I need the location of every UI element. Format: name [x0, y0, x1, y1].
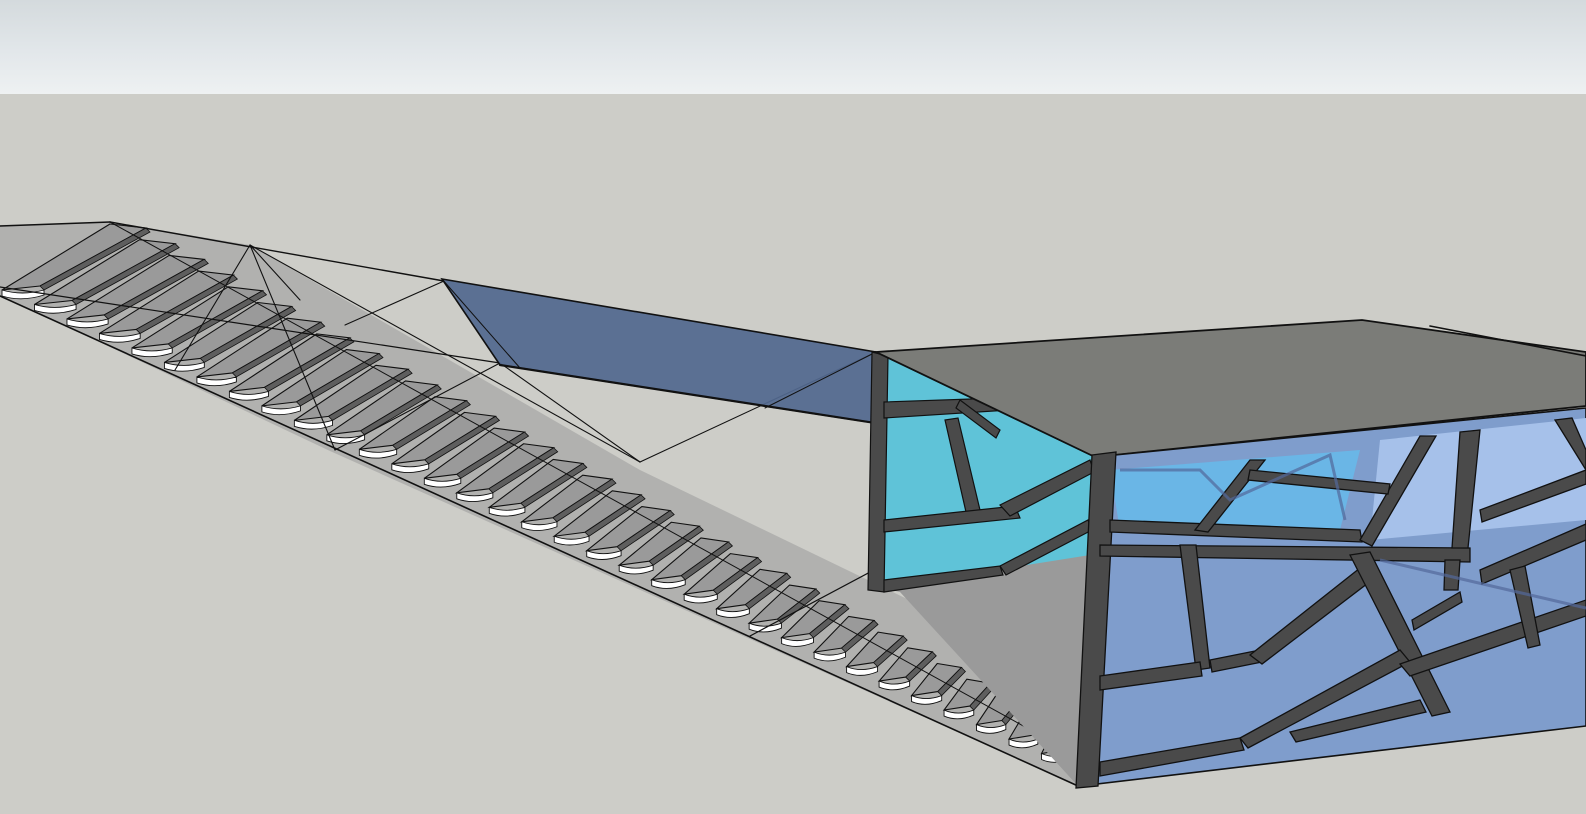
3d-viewport[interactable]: [0, 0, 1586, 814]
model-scene[interactable]: [0, 0, 1586, 814]
